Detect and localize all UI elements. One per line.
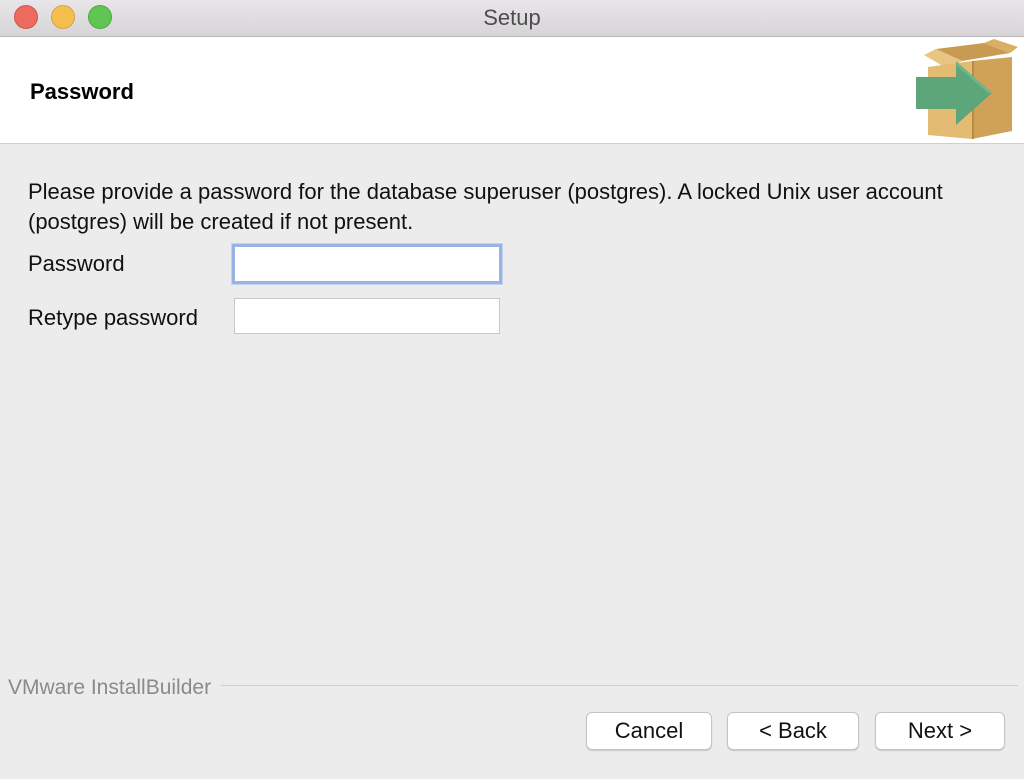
retype-password-label: Retype password <box>28 305 198 330</box>
page-title: Password <box>30 79 134 104</box>
password-input[interactable] <box>232 244 502 284</box>
title-bar[interactable]: Setup <box>0 0 1024 37</box>
password-label: Password <box>28 251 125 276</box>
instructions-text: Please provide a password for the databa… <box>28 179 943 234</box>
brand-label: VMware InstallBuilder <box>8 676 222 700</box>
footer-brand: VMware InstallBuilder <box>0 676 1024 700</box>
window-title: Setup <box>483 5 541 30</box>
next-button[interactable]: Next > <box>875 712 1005 750</box>
retype-password-input[interactable] <box>234 298 500 334</box>
installer-box-arrow-icon <box>916 39 1018 139</box>
cancel-button[interactable]: Cancel <box>586 712 712 750</box>
setup-window: Setup Password Please provide a password… <box>0 0 1024 779</box>
page-header: Password <box>0 37 1024 144</box>
back-button[interactable]: < Back <box>727 712 859 750</box>
